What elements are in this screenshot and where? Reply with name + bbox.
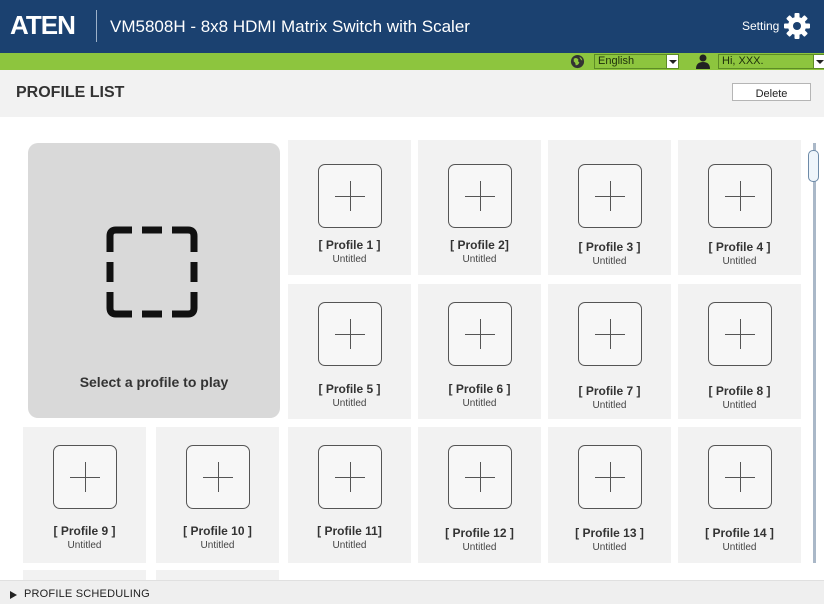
profile-status: Untitled (332, 254, 367, 265)
profile-scheduling-label[interactable]: PROFILE SCHEDULING (24, 588, 150, 600)
profile-status: Untitled (722, 256, 757, 267)
scrollbar-track[interactable] (813, 143, 816, 563)
profile-tile-7[interactable]: [ Profile 7 ] Untitled (548, 284, 671, 419)
profile-name: [ Profile 2] (450, 238, 509, 252)
add-profile-icon[interactable] (577, 302, 642, 366)
profile-tile-6[interactable]: [ Profile 6 ] Untitled (418, 284, 541, 419)
page-title: PROFILE LIST (16, 84, 125, 101)
profile-name: [ Profile 12 ] (445, 526, 514, 540)
app-title: VM5808H - 8x8 HDMI Matrix Switch with Sc… (110, 17, 470, 36)
profile-status: Untitled (332, 398, 367, 409)
select-frame-icon (106, 226, 198, 318)
profile-tile-12[interactable]: [ Profile 12 ] Untitled (418, 427, 541, 563)
profile-status: Untitled (722, 400, 757, 411)
profile-name: [ Profile 9 ] (53, 524, 116, 538)
header-divider (96, 10, 97, 42)
profile-status: Untitled (722, 542, 757, 553)
add-profile-icon[interactable] (577, 445, 642, 509)
profile-status: Untitled (592, 542, 627, 553)
profile-name: [ Profile 11] (317, 524, 382, 538)
user-greeting: Hi, XXX. (722, 55, 764, 67)
profile-name: [ Profile 5 ] (318, 382, 381, 396)
gear-icon[interactable] (782, 11, 812, 41)
user-icon (696, 54, 710, 69)
profile-tile-1[interactable]: [ Profile 1 ] Untitled (288, 140, 411, 275)
profile-status: Untitled (332, 540, 367, 551)
profile-name: [ Profile 1 ] (318, 238, 381, 252)
profile-tile-partial[interactable] (23, 570, 146, 580)
globe-icon (570, 54, 585, 69)
profile-name: [ Profile 10 ] (183, 524, 252, 538)
chevron-down-icon[interactable] (666, 55, 678, 68)
add-profile-icon[interactable] (447, 445, 512, 509)
profile-tile-13[interactable]: [ Profile 13 ] Untitled (548, 427, 671, 563)
profile-name: [ Profile 6 ] (448, 382, 511, 396)
add-profile-icon[interactable] (52, 445, 117, 509)
add-profile-icon[interactable] (707, 445, 772, 509)
add-profile-icon[interactable] (317, 445, 382, 509)
play-prompt: Select a profile to play (79, 374, 229, 390)
chevron-down-icon[interactable] (813, 55, 824, 68)
profile-tile-3[interactable]: [ Profile 3 ] Untitled (548, 140, 671, 275)
expand-arrow-icon[interactable] (10, 591, 17, 599)
profile-status: Untitled (592, 400, 627, 411)
profile-tile-10[interactable]: [ Profile 10 ] Untitled (156, 427, 279, 563)
language-select[interactable]: English (594, 54, 679, 69)
profile-status: Untitled (200, 540, 235, 551)
profile-status: Untitled (67, 540, 102, 551)
profile-tile-11[interactable]: [ Profile 11] Untitled (288, 427, 411, 563)
profile-status: Untitled (462, 398, 497, 409)
setting-label[interactable]: Setting (742, 19, 779, 33)
profile-tile-partial[interactable] (156, 570, 279, 580)
profile-status: Untitled (592, 256, 627, 267)
profile-tile-8[interactable]: [ Profile 8 ] Untitled (678, 284, 801, 419)
profile-name: [ Profile 7 ] (578, 384, 641, 398)
profile-tile-4[interactable]: [ Profile 4 ] Untitled (678, 140, 801, 275)
profile-name: [ Profile 3 ] (578, 240, 641, 254)
profile-status: Untitled (462, 254, 497, 265)
scrollbar-thumb[interactable] (808, 150, 819, 182)
user-select[interactable]: Hi, XXX. (718, 54, 824, 69)
delete-button[interactable]: Delete (732, 83, 811, 101)
add-profile-icon[interactable] (447, 302, 512, 366)
profile-tile-9[interactable]: [ Profile 9 ] Untitled (23, 427, 146, 563)
add-profile-icon[interactable] (447, 164, 512, 228)
add-profile-icon[interactable] (577, 164, 642, 228)
add-profile-icon[interactable] (707, 164, 772, 228)
profile-tile-14[interactable]: [ Profile 14 ] Untitled (678, 427, 801, 563)
add-profile-icon[interactable] (707, 302, 772, 366)
add-profile-icon[interactable] (185, 445, 250, 509)
profile-tile-2[interactable]: [ Profile 2] Untitled (418, 140, 541, 275)
profile-name: [ Profile 13 ] (575, 526, 644, 540)
language-value: English (598, 55, 635, 67)
profile-name: [ Profile 14 ] (705, 526, 774, 540)
add-profile-icon[interactable] (317, 164, 382, 228)
profile-status: Untitled (462, 542, 497, 553)
aten-logo: ATEN (10, 10, 76, 40)
add-profile-icon[interactable] (317, 302, 382, 366)
profile-name: [ Profile 4 ] (708, 240, 771, 254)
profile-name: [ Profile 8 ] (708, 384, 771, 398)
profile-tile-5[interactable]: [ Profile 5 ] Untitled (288, 284, 411, 419)
